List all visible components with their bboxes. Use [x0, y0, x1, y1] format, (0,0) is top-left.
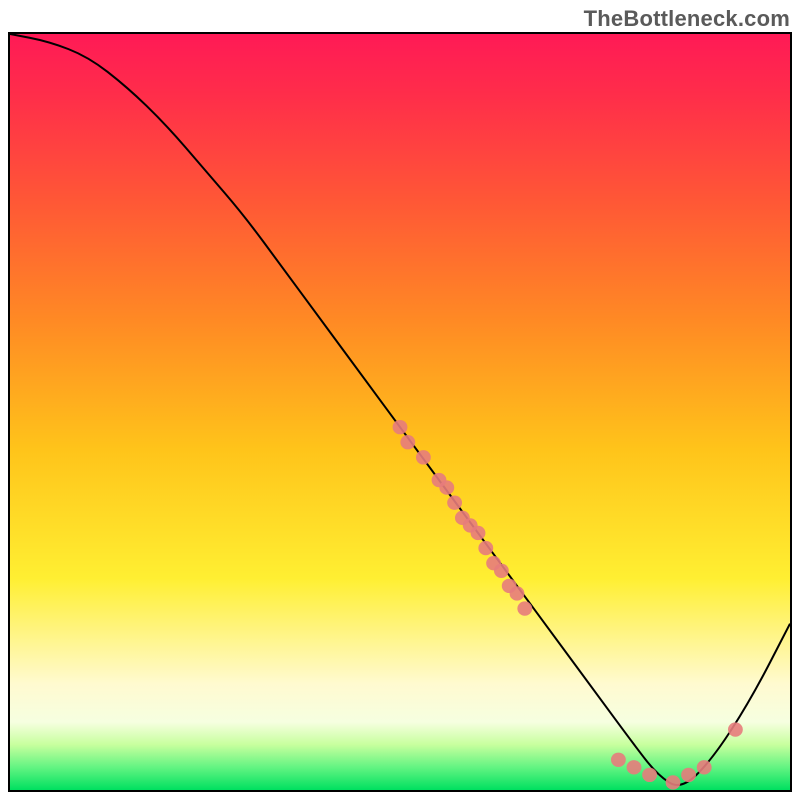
- chart-svg: [10, 34, 790, 790]
- scatter-point: [517, 601, 532, 615]
- scatter-point: [642, 768, 657, 782]
- scatter-points-group: [393, 420, 743, 790]
- scatter-point: [494, 564, 509, 578]
- scatter-point: [627, 760, 642, 774]
- scatter-point: [439, 480, 454, 494]
- scatter-point: [611, 753, 626, 767]
- scatter-point: [510, 586, 525, 600]
- scatter-point: [478, 541, 493, 555]
- plot-area: [8, 32, 792, 792]
- scatter-point: [393, 420, 408, 434]
- chart-root: TheBottleneck.com: [0, 0, 800, 800]
- scatter-point: [400, 435, 415, 449]
- scatter-point: [471, 526, 486, 540]
- scatter-point: [416, 450, 431, 464]
- scatter-point: [447, 496, 462, 510]
- scatter-point: [681, 768, 696, 782]
- scatter-point: [666, 775, 681, 789]
- scatter-point: [697, 760, 712, 774]
- watermark-text: TheBottleneck.com: [584, 6, 790, 32]
- scatter-point: [728, 722, 743, 736]
- bottleneck-curve-path: [10, 34, 790, 785]
